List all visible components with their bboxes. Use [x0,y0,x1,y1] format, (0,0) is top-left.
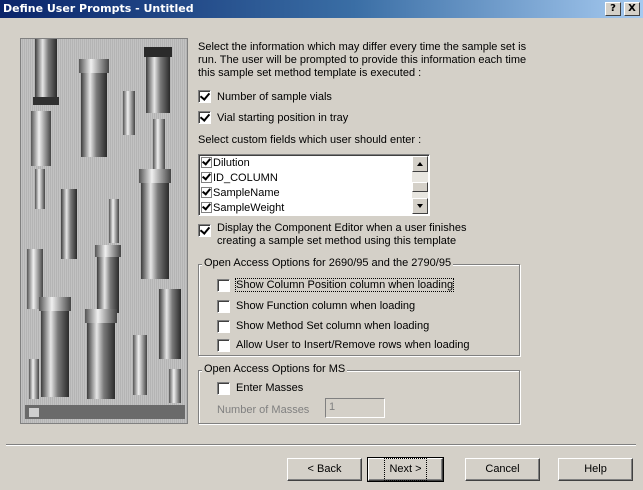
close-icon: X [628,3,636,14]
list-item[interactable]: SampleName [201,186,280,200]
cancel-button[interactable]: Cancel [465,458,540,481]
intro-line-1: Select the information which may differ … [198,41,527,53]
scroll-up-button[interactable] [412,156,428,172]
list-item-checkbox[interactable] [201,187,212,198]
list-item-checkbox[interactable] [201,172,212,183]
next-button[interactable]: Next > [367,457,444,482]
show-function-label[interactable]: Show Function column when loading [236,300,415,312]
scroll-down-button[interactable] [412,198,428,214]
open-access-ms-title: Open Access Options for MS [202,363,348,375]
component-editor-label-1[interactable]: Display the Component Editor when a user… [217,222,466,234]
scroll-thumb[interactable] [412,182,428,192]
vials-illustration [25,39,185,419]
vial-position-label[interactable]: Vial starting position in tray [217,112,348,124]
list-item-checkbox[interactable] [201,157,212,168]
title-bar: Define User Prompts - Untitled ? X [0,0,643,18]
show-column-position-label[interactable]: Show Column Position column when loading [234,278,455,292]
enter-masses-checkbox[interactable] [217,382,230,395]
component-editor-checkbox[interactable] [198,224,211,237]
enter-masses-label[interactable]: Enter Masses [236,382,303,394]
custom-fields-label: Select custom fields which user should e… [198,134,422,146]
show-method-set-checkbox[interactable] [217,320,230,333]
show-function-checkbox[interactable] [217,300,230,313]
show-method-set-label[interactable]: Show Method Set column when loading [236,320,429,332]
list-item[interactable]: Dilution [201,156,250,170]
listbox-scrollbar[interactable] [412,156,428,214]
list-item[interactable]: SampleWeight [201,201,284,215]
list-item[interactable]: ID_COLUMN [201,171,278,185]
list-item-checkbox[interactable] [201,202,212,213]
custom-fields-listbox[interactable]: Dilution ID_COLUMN SampleName SampleWeig… [198,154,430,216]
help-button[interactable]: ? [605,2,621,16]
chevron-down-icon [417,204,423,208]
num-vials-checkbox[interactable] [198,90,211,103]
close-button[interactable]: X [624,2,640,16]
allow-insert-remove-checkbox[interactable] [217,339,230,352]
help-button-footer[interactable]: Help [558,458,633,481]
chevron-up-icon [417,162,423,166]
help-icon: ? [610,3,616,14]
num-masses-label: Number of Masses [217,404,310,416]
num-vials-label[interactable]: Number of sample vials [217,91,332,103]
allow-insert-remove-label[interactable]: Allow User to Insert/Remove rows when lo… [236,339,470,351]
component-editor-label-2[interactable]: creating a sample set method using this … [217,235,456,247]
sample-vials-image [20,38,188,424]
intro-line-2: run. The user will be prompted to provid… [198,54,527,66]
vial-position-checkbox[interactable] [198,111,211,124]
back-button[interactable]: < Back [287,458,362,481]
intro-line-3: this sample set method template is execu… [198,67,422,79]
show-column-position-checkbox[interactable] [217,279,230,292]
window-title: Define User Prompts - Untitled [3,2,194,15]
footer-divider [6,444,636,446]
num-masses-field[interactable]: 1 [325,398,385,418]
open-access-2690-title: Open Access Options for 2690/95 and the … [202,257,454,269]
